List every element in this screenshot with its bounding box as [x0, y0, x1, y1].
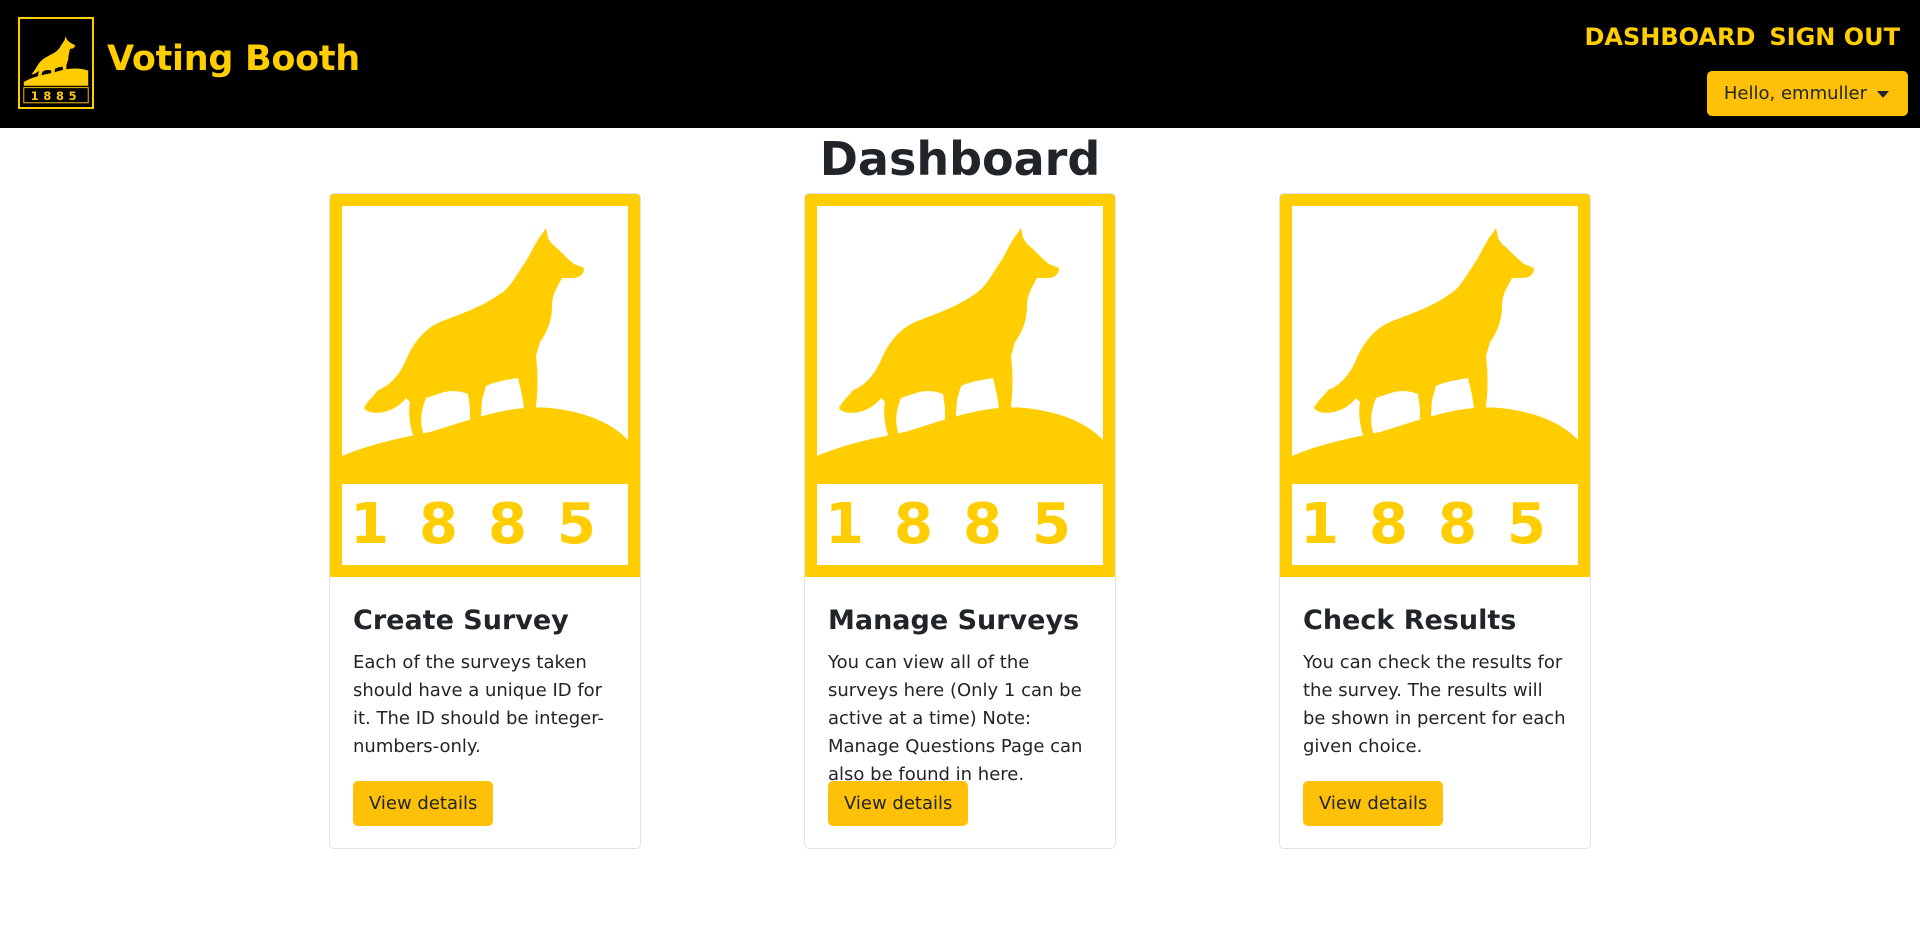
card-image: 1885	[1280, 194, 1590, 577]
husky-image-icon: 1885	[805, 194, 1115, 577]
card-text: You can view all of the surveys here (On…	[828, 652, 1083, 785]
brand-logo[interactable]: 1885	[18, 17, 94, 109]
card-image-year: 1885	[350, 492, 626, 557]
page-title: Dashboard	[819, 132, 1101, 186]
card-manage-surveys: 1885 Manage Surveys You can view all of …	[804, 193, 1116, 849]
card-title: Check Results	[1303, 605, 1517, 636]
view-details-button[interactable]: View details	[353, 781, 494, 826]
card-text: You can check the results for the survey…	[1303, 652, 1566, 757]
card-image: 1885	[805, 194, 1115, 577]
card-title: Create Survey	[353, 605, 569, 636]
card-body: Check Results You can check the results …	[1280, 577, 1590, 826]
logo-year-text: 1885	[31, 89, 82, 103]
top-navbar: 1885 Voting Booth DASHBOARD SIGN OUT Hel…	[0, 0, 1920, 128]
nav-link-dashboard[interactable]: DASHBOARD	[1584, 20, 1755, 54]
nav-link-sign-out[interactable]: SIGN OUT	[1769, 20, 1900, 54]
card-image: 1885	[330, 194, 640, 577]
card-image-year: 1885	[825, 492, 1101, 557]
husky-image-icon: 1885	[1280, 194, 1590, 577]
card-body: Manage Surveys You can view all of the s…	[805, 577, 1115, 826]
husky-image-icon: 1885	[330, 194, 640, 577]
card-create-survey: 1885 Create Survey Each of the surveys t…	[329, 193, 641, 849]
view-details-button[interactable]: View details	[1303, 781, 1444, 826]
user-menu-dropdown[interactable]: Hello, emmuller	[1706, 71, 1908, 116]
nav-links: DASHBOARD SIGN OUT	[1584, 20, 1900, 54]
brand-title[interactable]: Voting Booth	[107, 38, 360, 80]
user-menu-label: Hello, emmuller	[1723, 83, 1867, 104]
caret-down-icon	[1877, 91, 1889, 98]
card-title: Manage Surveys	[828, 605, 1080, 636]
card-image-year: 1885	[1300, 492, 1576, 557]
view-details-button[interactable]: View details	[828, 781, 969, 826]
husky-logo-icon: 1885	[20, 19, 92, 107]
card-body: Create Survey Each of the surveys taken …	[330, 577, 640, 826]
card-check-results: 1885 Check Results You can check the res…	[1279, 193, 1591, 849]
card-text: Each of the surveys taken should have a …	[353, 652, 604, 757]
